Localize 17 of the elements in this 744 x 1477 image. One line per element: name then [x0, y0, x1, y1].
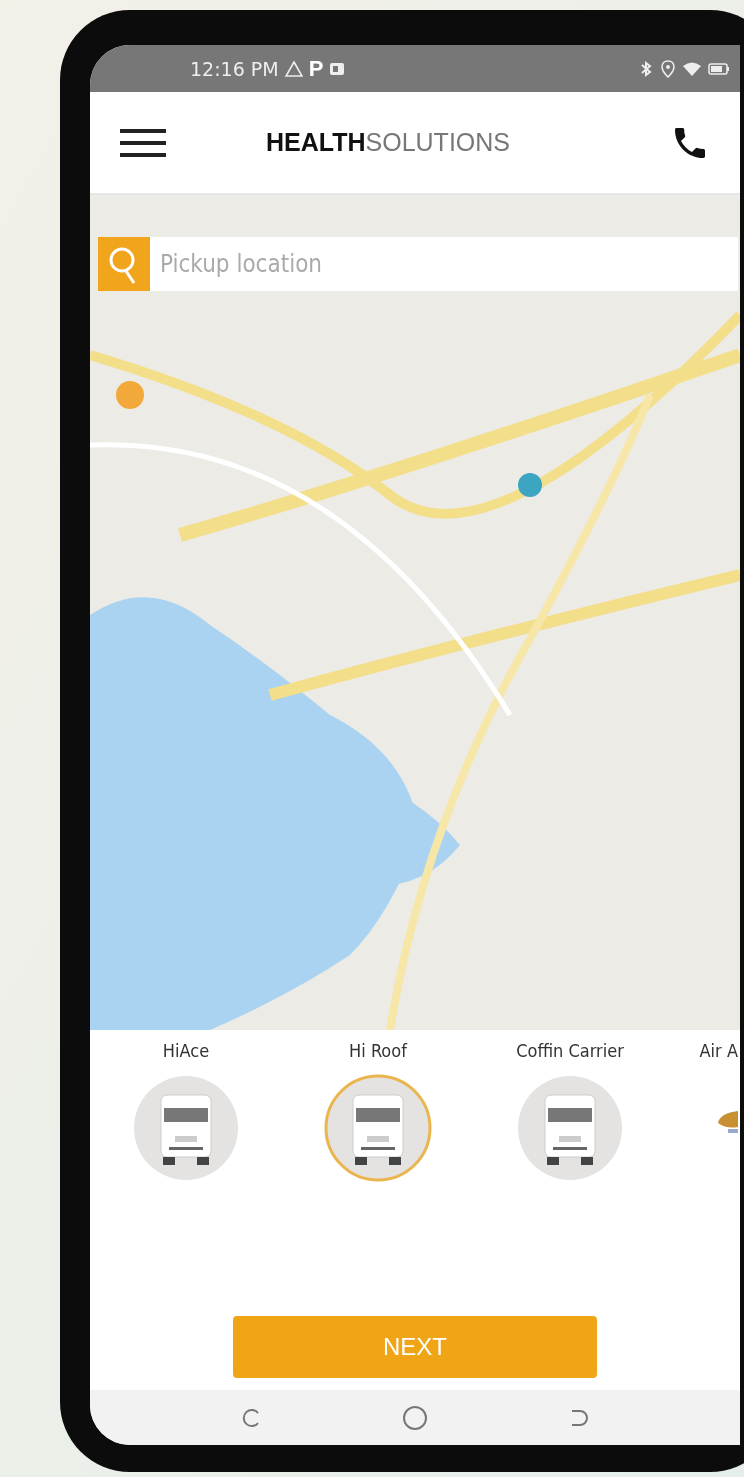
vehicle-option[interactable]: Hi Roof [282, 1040, 474, 1200]
vehicle-option[interactable]: HiAce [90, 1040, 282, 1200]
brand-logo: HEALTHSOLUTIONS [265, 128, 510, 157]
vehicle-option[interactable]: Air A [666, 1040, 738, 1200]
battery-icon [708, 60, 730, 77]
home-icon[interactable] [402, 1404, 428, 1431]
image-icon [329, 60, 346, 77]
notification-glyph: P [308, 55, 324, 82]
menu-button[interactable] [120, 127, 166, 158]
status-time: 12:16 PM [190, 57, 279, 80]
wifi-icon [682, 60, 702, 77]
recent-apps-icon[interactable] [240, 1406, 262, 1429]
pickup-search-field[interactable]: Pickup location [150, 237, 738, 291]
vehicle-option[interactable]: Coffin Carrier [474, 1040, 666, 1200]
search-icon [98, 237, 150, 291]
warning-icon [284, 60, 303, 77]
location-icon [660, 59, 676, 78]
